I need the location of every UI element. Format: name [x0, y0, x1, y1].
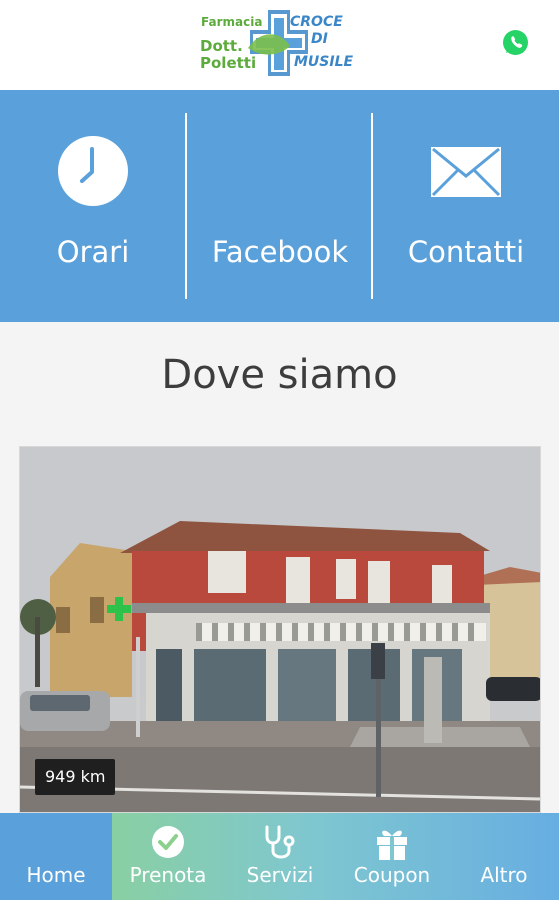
tab-servizi-label: Servizi [246, 863, 314, 887]
app-header: Farmacia Dott. Poletti CROCE DI MUSILE [0, 0, 559, 90]
logo-text-farmacia: Farmacia [201, 15, 263, 29]
orari-label: Orari [56, 235, 130, 269]
tab-coupon[interactable]: Coupon [336, 813, 448, 900]
check-circle-icon [151, 825, 185, 863]
bottom-navigation: Home Prenota Servizi Coupon Altro [0, 813, 559, 900]
gift-icon [375, 825, 409, 865]
logo-text-musile: MUSILE [294, 54, 354, 70]
orari-button[interactable]: Orari [0, 90, 186, 322]
tab-altro-label: Altro [480, 863, 528, 887]
logo-text-poletti: Poletti [200, 54, 257, 72]
logo-text-croce: CROCE [290, 14, 343, 30]
section-title: Dove siamo [161, 352, 398, 398]
clock-icon [57, 135, 129, 211]
tab-home[interactable]: Home [0, 813, 112, 900]
facebook-label: Facebook [211, 235, 349, 269]
tab-coupon-label: Coupon [353, 863, 431, 887]
contatti-label: Contatti [407, 235, 525, 269]
distance-badge: 949 km [35, 759, 116, 795]
stethoscope-icon [261, 825, 299, 865]
whatsapp-icon[interactable] [502, 29, 529, 56]
envelope-icon [430, 146, 502, 202]
facebook-button[interactable]: Facebook [187, 90, 373, 322]
pharmacy-logo[interactable]: Farmacia Dott. Poletti CROCE DI MUSILE [198, 8, 358, 78]
tab-prenota-label: Prenota [129, 863, 207, 887]
tab-prenota[interactable]: Prenota [112, 813, 224, 900]
contatti-button[interactable]: Contatti [373, 90, 559, 322]
logo-text-dott: Dott. [200, 37, 243, 55]
tab-altro[interactable]: Altro [448, 813, 559, 900]
logo-text-di: DI [311, 31, 328, 47]
tab-home-label: Home [26, 863, 86, 887]
pharmacy-street-photo[interactable] [19, 446, 541, 813]
tab-servizi[interactable]: Servizi [224, 813, 336, 900]
quick-actions-band: Orari Facebook Contatti [0, 90, 559, 322]
